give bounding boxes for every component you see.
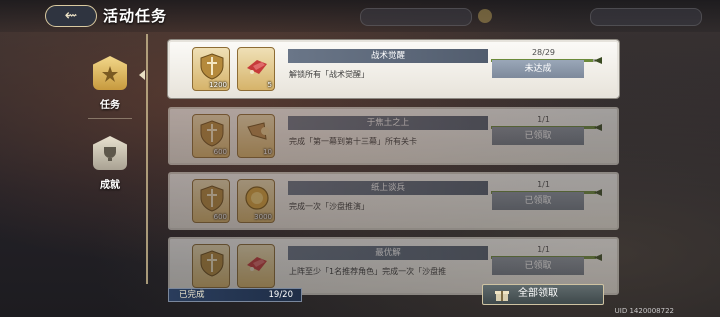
reward-item[interactable]: 600 xyxy=(192,179,230,223)
task-title-bar: 战术觉醒 xyxy=(288,49,488,63)
task-card[interactable]: 600 3000 纸上谈兵 完成一次「沙盘推演」 1/1 已领取 xyxy=(168,172,619,230)
reward-amount: 10 xyxy=(263,148,272,156)
progress-text: 1/1 xyxy=(537,245,550,254)
task-title-bar: 最优解 xyxy=(288,246,488,260)
back-button[interactable]: ⇜ xyxy=(45,5,97,27)
back-arrow-icon: ⇜ xyxy=(64,6,78,24)
gold-coin-icon xyxy=(244,184,270,212)
task-title: 最优解 xyxy=(375,248,401,258)
page-title: 活动任务 xyxy=(103,7,168,25)
red-gift-icon xyxy=(244,52,270,80)
task-status-button[interactable]: 已领取 xyxy=(492,192,584,210)
reward-item[interactable] xyxy=(237,244,275,288)
reward-amount: 3000 xyxy=(254,213,272,221)
task-title: 纸上谈兵 xyxy=(370,183,405,193)
task-description: 完成「第一幕到第十三幕」所有关卡 xyxy=(289,137,417,146)
reward-amount: 5 xyxy=(267,81,272,89)
task-title-bar: 于焦土之上 xyxy=(288,116,488,130)
shield-sword-icon xyxy=(199,119,225,147)
completion-counter: 已完成 19/20 xyxy=(168,288,302,302)
reward-amount: 600 xyxy=(213,148,227,156)
banner-icon xyxy=(93,56,127,90)
reward-item[interactable]: 5 xyxy=(237,47,275,91)
task-status-button[interactable]: 已领取 xyxy=(492,257,584,275)
progress-text: 28/29 xyxy=(531,48,556,57)
claim-all-label: 全部领取 xyxy=(518,288,558,299)
resource-pill xyxy=(360,8,472,26)
shield-sword-icon xyxy=(199,249,225,277)
reward-amount: 1200 xyxy=(209,81,227,89)
progress-text: 1/1 xyxy=(537,180,550,189)
red-gift-icon xyxy=(244,249,270,277)
tab-separator xyxy=(88,118,132,119)
sidebar-divider xyxy=(146,34,148,284)
task-card[interactable]: 600 10 于焦土之上 完成「第一幕到第十三幕」所有关卡 1/1 已领取 xyxy=(168,107,619,165)
tab-achievements-label: 成就 xyxy=(100,180,120,191)
gift-icon xyxy=(495,288,509,305)
tab-tasks-label: 任务 xyxy=(100,100,120,111)
reward-amount: 600 xyxy=(213,213,227,221)
top-bar: ⇜ 活动任务 xyxy=(0,0,720,32)
currency-icon xyxy=(478,9,492,23)
tab-tasks[interactable]: 任务 xyxy=(78,56,142,111)
reward-item[interactable]: 1200 xyxy=(192,47,230,91)
reward-item[interactable] xyxy=(192,244,230,288)
task-description: 完成一次「沙盘推演」 xyxy=(289,202,369,211)
task-title: 战术觉醒 xyxy=(370,51,405,61)
task-title-bar: 纸上谈兵 xyxy=(288,181,488,195)
horn-icon xyxy=(244,119,270,147)
completed-count: 19/20 xyxy=(268,290,294,300)
uid-label: UID 1420008722 xyxy=(614,307,674,315)
tab-achievements[interactable]: 成就 xyxy=(78,136,142,191)
completed-label: 已完成 xyxy=(179,290,205,300)
task-description: 上阵至少「1名推荐角色」完成一次「沙盘推 xyxy=(289,267,447,276)
task-title: 于焦土之上 xyxy=(366,118,410,128)
task-description: 解锁所有「战术觉醒」 xyxy=(289,70,369,79)
claim-all-button[interactable]: 全部领取 xyxy=(482,284,604,305)
trophy-icon xyxy=(93,136,127,170)
progress-text: 1/1 xyxy=(537,115,550,124)
resource-pill xyxy=(590,8,702,26)
shield-sword-icon xyxy=(199,184,225,212)
reward-item[interactable]: 3000 xyxy=(237,179,275,223)
reward-item[interactable]: 600 xyxy=(192,114,230,158)
reward-item[interactable]: 10 xyxy=(237,114,275,158)
task-status-button[interactable]: 已领取 xyxy=(492,127,584,145)
task-status-button: 未达成 xyxy=(492,60,584,78)
progress-end-icon xyxy=(594,57,602,64)
task-card[interactable]: 1200 5 战术觉醒 解锁所有「战术觉醒」 28/29 未达成 xyxy=(168,40,619,98)
shield-sword-icon xyxy=(199,52,225,80)
